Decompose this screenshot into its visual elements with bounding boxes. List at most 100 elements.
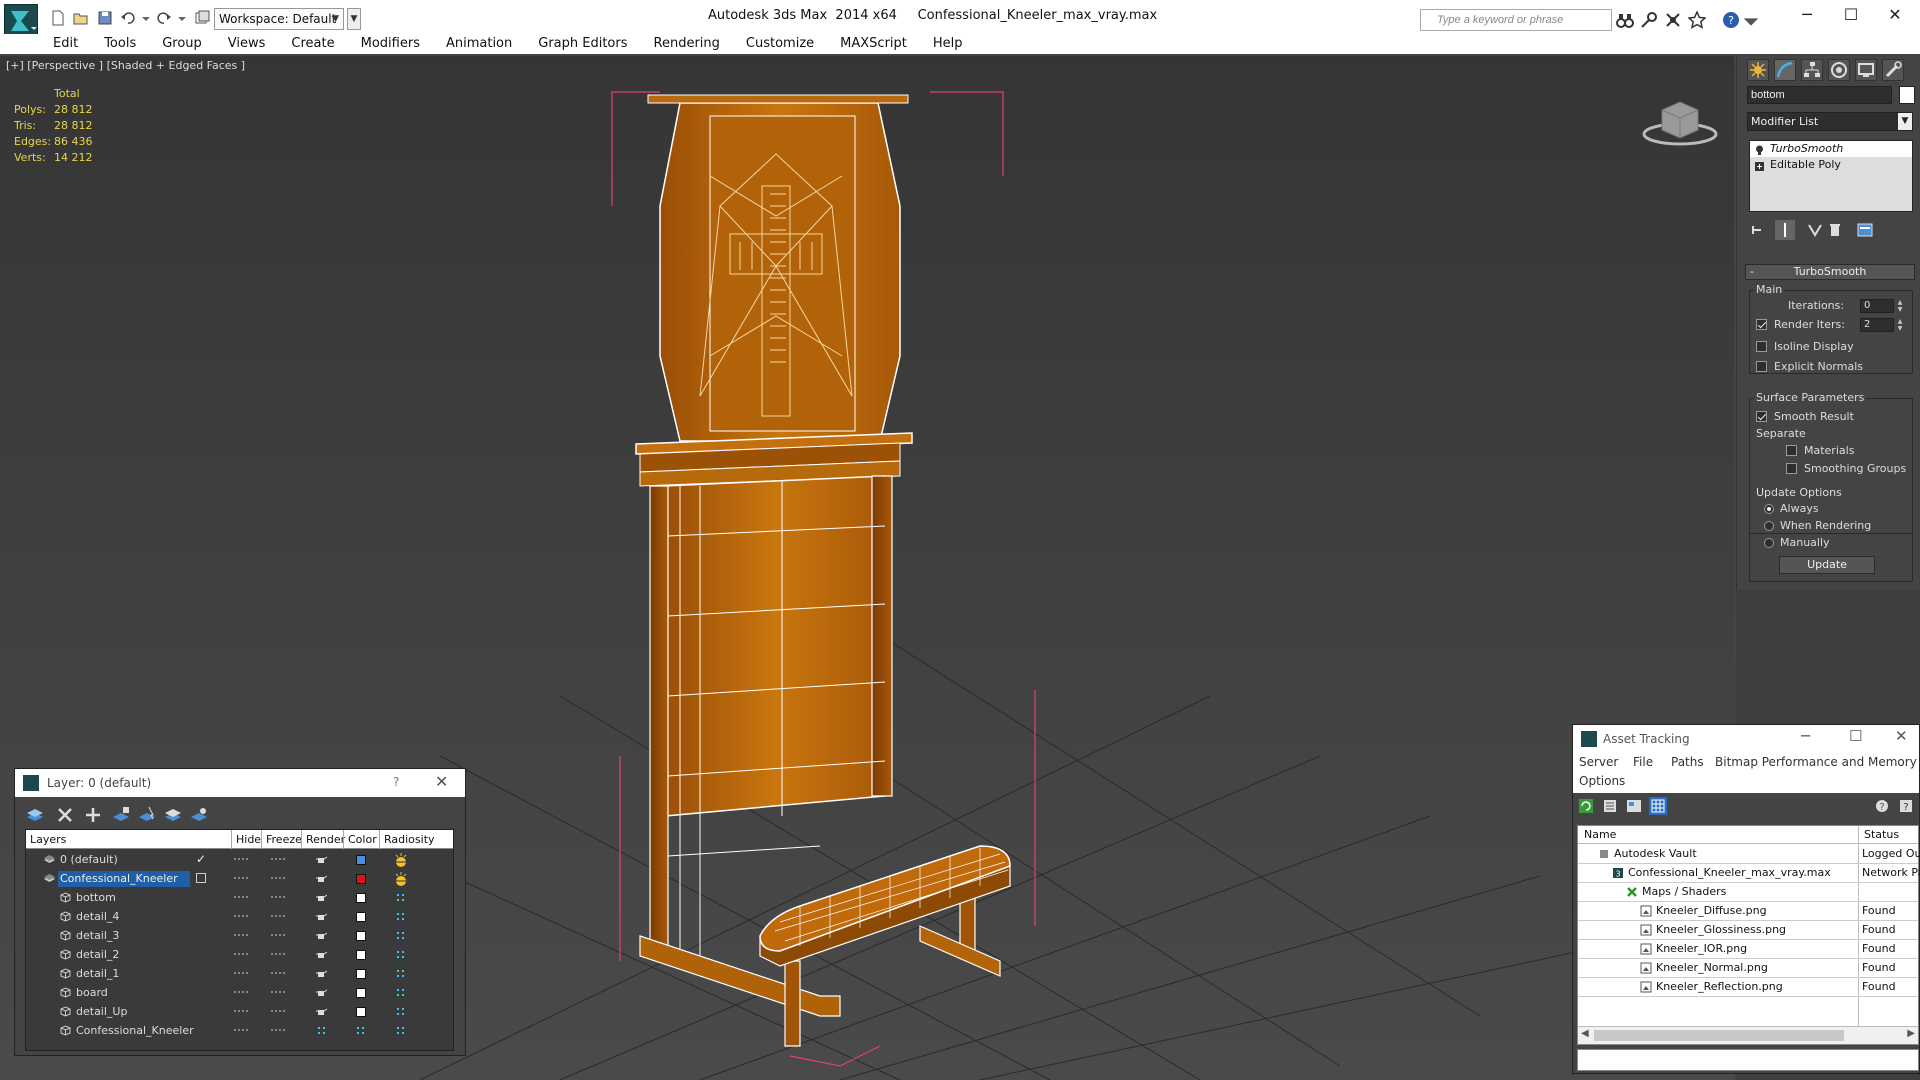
teapot-render-icon[interactable] xyxy=(316,873,328,884)
asset-row[interactable]: Kneeler_Diffuse.png Found xyxy=(1578,902,1918,921)
teapot-render-icon[interactable] xyxy=(316,949,328,960)
radiosity-light-icon[interactable] xyxy=(393,852,409,868)
subscription-center-icon[interactable] xyxy=(1640,11,1658,29)
lightbulb-icon[interactable] xyxy=(1755,144,1764,155)
freeze-toggle[interactable] xyxy=(271,934,285,936)
asset-row[interactable]: Maps / Shaders xyxy=(1578,883,1918,902)
when-rendering-radio[interactable] xyxy=(1764,521,1774,531)
menu-customize[interactable]: Customize xyxy=(733,34,827,54)
layer-name[interactable]: Confessional_Kneeler xyxy=(74,1023,194,1039)
hide-toggle[interactable] xyxy=(234,1029,248,1031)
display-tab-icon[interactable] xyxy=(1855,59,1877,81)
hide-toggle[interactable] xyxy=(234,915,248,917)
column-layers[interactable]: Layers xyxy=(26,830,211,849)
horizontal-scrollbar[interactable]: ◀ ▶ xyxy=(1578,1026,1918,1044)
color-swatch[interactable] xyxy=(356,988,366,998)
highlight-selected-icon[interactable] xyxy=(163,805,183,825)
freeze-toggle[interactable] xyxy=(271,953,285,955)
scroll-left-icon[interactable]: ◀ xyxy=(1581,1028,1589,1039)
asset-tracking-titlebar[interactable]: Asset Tracking ─ ☐ ✕ xyxy=(1573,725,1919,753)
search-input[interactable] xyxy=(1420,9,1612,31)
asset-row[interactable]: Kneeler_IOR.png Found xyxy=(1578,940,1918,959)
layer-row[interactable]: Confessional_Kneeler xyxy=(26,1021,453,1040)
layer-name[interactable]: board xyxy=(74,985,108,1001)
close-window-button[interactable]: ✕ xyxy=(1872,0,1918,32)
help-dropdown-icon[interactable] xyxy=(1742,13,1759,31)
object-color-swatch[interactable] xyxy=(1899,86,1915,104)
minimize-button[interactable]: ─ xyxy=(1801,727,1810,745)
column-color[interactable]: Color xyxy=(343,830,379,849)
color-swatch[interactable] xyxy=(356,931,366,941)
refresh-icon[interactable] xyxy=(1577,797,1595,815)
select-objects-icon[interactable] xyxy=(137,805,157,825)
radiosity-toggle[interactable] xyxy=(397,1027,405,1035)
hide-toggle[interactable] xyxy=(234,877,248,879)
freeze-toggle[interactable] xyxy=(271,972,285,974)
menu-graph-editors[interactable]: Graph Editors xyxy=(525,34,640,54)
scrollbar-thumb[interactable] xyxy=(1594,1030,1844,1041)
radiosity-light-icon[interactable] xyxy=(393,871,409,887)
show-end-result-icon[interactable] xyxy=(1775,220,1795,240)
layer-name[interactable]: detail_3 xyxy=(74,928,119,944)
freeze-toggle[interactable] xyxy=(271,877,285,879)
stack-item-editable-poly[interactable]: Editable Poly xyxy=(1750,157,1912,173)
motion-tab-icon[interactable] xyxy=(1828,59,1850,81)
redo-icon[interactable] xyxy=(156,10,172,26)
layer-row[interactable]: bottom xyxy=(26,888,453,907)
undo-dropdown-icon[interactable] xyxy=(138,10,154,26)
color-swatch[interactable] xyxy=(356,950,366,960)
communication-center-icon[interactable] xyxy=(1664,11,1682,29)
help-button[interactable]: ? xyxy=(393,775,399,789)
iterations-spinner[interactable]: 0 xyxy=(1860,299,1894,313)
open-file-icon[interactable] xyxy=(73,10,89,26)
color-swatch[interactable] xyxy=(356,969,366,979)
column-status[interactable]: Status xyxy=(1864,828,1899,841)
layer-dialog-titlebar[interactable]: Layer: 0 (default) ? ✕ xyxy=(15,769,465,797)
menu-maxscript[interactable]: MAXScript xyxy=(827,34,920,54)
layer-row[interactable]: detail_Up xyxy=(26,1002,453,1021)
layer-name[interactable]: 0 (default) xyxy=(58,852,118,868)
asset-row[interactable]: Kneeler_Normal.png Found xyxy=(1578,959,1918,978)
redo-dropdown-icon[interactable] xyxy=(174,10,190,26)
layer-name[interactable]: bottom xyxy=(74,890,116,906)
manually-radio[interactable] xyxy=(1764,538,1774,548)
hide-toggle[interactable] xyxy=(234,896,248,898)
add-selection-icon[interactable] xyxy=(111,805,131,825)
asset-row[interactable]: Kneeler_Glossiness.png Found xyxy=(1578,921,1918,940)
update-button[interactable]: Update xyxy=(1779,556,1875,574)
save-file-icon[interactable] xyxy=(97,10,113,26)
menu-server[interactable]: Server xyxy=(1579,755,1618,769)
radiosity-toggle[interactable] xyxy=(397,989,405,997)
app-logo-icon[interactable] xyxy=(4,4,38,38)
hide-toggle[interactable] xyxy=(234,934,248,936)
make-unique-icon[interactable] xyxy=(1805,220,1825,240)
materials-checkbox[interactable] xyxy=(1786,445,1797,456)
column-name[interactable]: Name xyxy=(1584,828,1616,841)
teapot-render-icon[interactable] xyxy=(316,854,328,865)
menu-tools[interactable]: Tools xyxy=(91,34,149,54)
layer-name[interactable]: detail_1 xyxy=(74,966,119,982)
freeze-toggle[interactable] xyxy=(271,991,285,993)
teapot-render-icon[interactable] xyxy=(316,1006,328,1017)
workspace-dropdown[interactable]: Workspace: Default ▼ xyxy=(214,8,344,30)
hide-toggle[interactable] xyxy=(234,972,248,974)
always-radio[interactable] xyxy=(1764,504,1774,514)
color-swatch[interactable] xyxy=(356,855,366,865)
layer-name[interactable]: Confessional_Kneeler xyxy=(58,871,190,887)
set-current-box[interactable] xyxy=(196,873,206,883)
stack-item-turbosmooth[interactable]: TurboSmooth xyxy=(1750,141,1912,157)
teapot-render-icon[interactable] xyxy=(316,930,328,941)
close-icon[interactable]: ✕ xyxy=(1895,727,1908,745)
freeze-toggle[interactable] xyxy=(271,915,285,917)
utilities-tab-icon[interactable] xyxy=(1882,59,1904,81)
color-swatch[interactable] xyxy=(356,1007,366,1017)
layer-name[interactable]: detail_Up xyxy=(74,1004,127,1020)
render-iters-checkbox[interactable] xyxy=(1756,319,1767,330)
teapot-render-icon[interactable] xyxy=(316,968,328,979)
radiosity-toggle[interactable] xyxy=(397,913,405,921)
list-view-icon[interactable] xyxy=(1601,797,1619,815)
layer-row[interactable]: board xyxy=(26,983,453,1002)
layer-row[interactable]: detail_1 xyxy=(26,964,453,983)
freeze-toggle[interactable] xyxy=(271,858,285,860)
smoothing-groups-checkbox[interactable] xyxy=(1786,463,1797,474)
